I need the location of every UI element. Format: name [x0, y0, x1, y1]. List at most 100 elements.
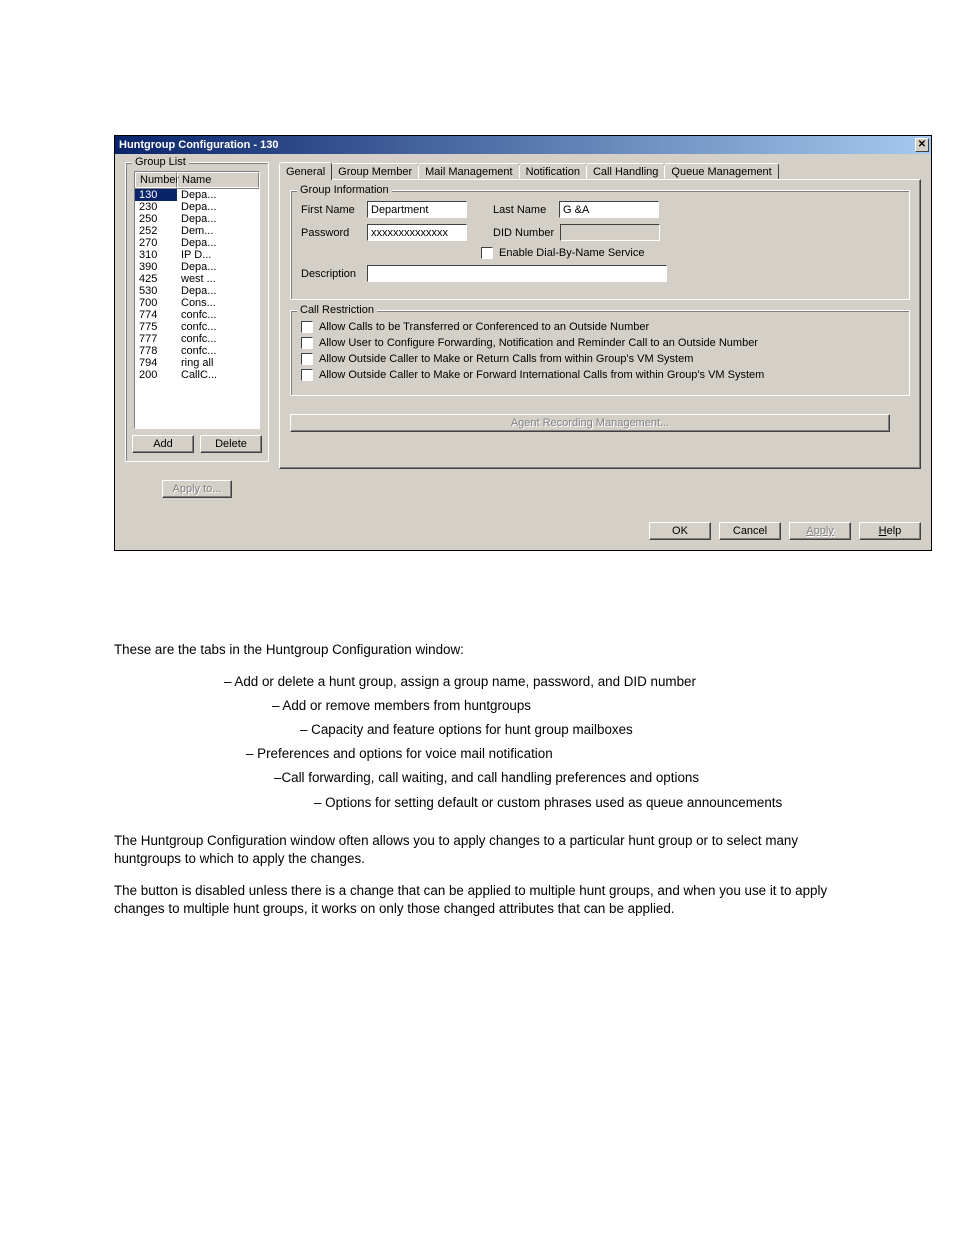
row-number: 700 — [135, 297, 177, 309]
table-row[interactable]: 530Depa... — [135, 285, 259, 297]
row-name: CallC... — [177, 369, 259, 381]
row-name: confc... — [177, 333, 259, 345]
doc-p3-a: The — [114, 883, 141, 898]
table-row[interactable]: 794ring all — [135, 357, 259, 369]
tab-queue-management[interactable]: Queue Management — [664, 163, 778, 180]
close-icon[interactable]: ✕ — [915, 138, 929, 152]
table-row[interactable]: 200CallC... — [135, 369, 259, 381]
last-name-field[interactable] — [559, 201, 659, 218]
table-row[interactable]: 775confc... — [135, 321, 259, 333]
description-field[interactable] — [367, 265, 667, 282]
help-button[interactable]: Help — [859, 522, 921, 540]
tab-mail-management[interactable]: Mail Management — [418, 163, 519, 180]
tab-notification[interactable]: Notification — [519, 163, 587, 180]
row-name: Depa... — [177, 285, 259, 297]
doc-intro: These are the tabs in the Huntgroup Conf… — [114, 641, 840, 659]
table-row[interactable]: 252Dem... — [135, 225, 259, 237]
row-name: confc... — [177, 321, 259, 333]
password-label: Password — [301, 227, 361, 239]
cr3-label: Allow Outside Caller to Make or Return C… — [319, 353, 693, 365]
row-number: 200 — [135, 369, 177, 381]
group-information-fieldset: Group Information First Name Last Name P… — [290, 190, 910, 300]
row-number: 250 — [135, 213, 177, 225]
tab-general[interactable]: General — [279, 162, 332, 180]
agent-recording-mgmt-button: Agent Recording Management... — [290, 414, 890, 432]
ok-button[interactable]: OK — [649, 522, 711, 540]
row-number: 425 — [135, 273, 177, 285]
titlebar[interactable]: Huntgroup Configuration - 130 ✕ — [115, 136, 931, 154]
general-tab-panel: Group Information First Name Last Name P… — [279, 179, 921, 469]
first-name-label: First Name — [301, 204, 361, 216]
cr3-checkbox[interactable] — [301, 353, 313, 365]
enable-dial-by-name-checkbox[interactable] — [481, 247, 493, 259]
row-name: Depa... — [177, 261, 259, 273]
table-row[interactable]: 130Depa... — [135, 189, 259, 201]
row-number: 794 — [135, 357, 177, 369]
password-field[interactable] — [367, 224, 467, 241]
apply-to-button: Apply to... — [162, 480, 233, 498]
row-name: confc... — [177, 309, 259, 321]
group-list-table[interactable]: Number Name 130Depa...230Depa...250Depa.… — [134, 171, 260, 429]
doc-li-notification: – Preferences and options for voice mail… — [114, 745, 840, 763]
row-name: Depa... — [177, 189, 259, 201]
row-number: 778 — [135, 345, 177, 357]
enable-dial-by-name-label: Enable Dial-By-Name Service — [499, 247, 645, 259]
row-name: Dem... — [177, 225, 259, 237]
row-number: 774 — [135, 309, 177, 321]
doc-p2: The Huntgroup Configuration window often… — [114, 832, 840, 868]
first-name-field[interactable] — [367, 201, 467, 218]
table-row[interactable]: 230Depa... — [135, 201, 259, 213]
group-list-fieldset: Group List Number Name 130Depa...230Depa… — [125, 162, 269, 462]
tabs: General Group Member Mail Management Not… — [279, 163, 921, 180]
table-row[interactable]: 777confc... — [135, 333, 259, 345]
doc-p3-b: button is disabled unless there is a cha… — [114, 883, 827, 916]
row-number: 130 — [135, 189, 177, 201]
col-header-name[interactable]: Name — [177, 172, 259, 188]
table-row[interactable]: 250Depa... — [135, 213, 259, 225]
did-field[interactable] — [560, 224, 660, 241]
row-name: west ... — [177, 273, 259, 285]
row-name: confc... — [177, 345, 259, 357]
table-row[interactable]: 270Depa... — [135, 237, 259, 249]
tab-group-member[interactable]: Group Member — [331, 163, 419, 180]
help-button-label: Help — [879, 525, 902, 537]
row-name: Depa... — [177, 213, 259, 225]
apply-button: Apply — [789, 522, 851, 540]
cr4-checkbox[interactable] — [301, 369, 313, 381]
row-number: 777 — [135, 333, 177, 345]
cancel-button[interactable]: Cancel — [719, 522, 781, 540]
add-button[interactable]: Add — [132, 435, 194, 453]
row-name: Cons... — [177, 297, 259, 309]
table-row[interactable]: 774confc... — [135, 309, 259, 321]
cr2-label: Allow User to Configure Forwarding, Noti… — [319, 337, 758, 349]
tab-call-handling[interactable]: Call Handling — [586, 163, 665, 180]
table-row[interactable]: 700Cons... — [135, 297, 259, 309]
row-name: Depa... — [177, 237, 259, 249]
delete-button[interactable]: Delete — [200, 435, 262, 453]
row-number: 390 — [135, 261, 177, 273]
table-row[interactable]: 310IP D... — [135, 249, 259, 261]
doc-li-group-member: – Add or remove members from huntgroups — [114, 697, 840, 715]
document-body: These are the tabs in the Huntgroup Conf… — [0, 551, 954, 918]
table-row[interactable]: 425west ... — [135, 273, 259, 285]
call-restriction-fieldset: Call Restriction Allow Calls to be Trans… — [290, 310, 910, 396]
doc-li-general: – Add or delete a hunt group, assign a g… — [114, 673, 840, 691]
call-restriction-legend: Call Restriction — [297, 304, 377, 316]
row-number: 775 — [135, 321, 177, 333]
cr1-label: Allow Calls to be Transferred or Confere… — [319, 321, 649, 333]
dialog-button-row: OK Cancel Apply Help — [115, 508, 931, 550]
cr2-checkbox[interactable] — [301, 337, 313, 349]
huntgroup-config-dialog: Huntgroup Configuration - 130 ✕ Group Li… — [114, 135, 932, 551]
row-name: Depa... — [177, 201, 259, 213]
titlebar-text: Huntgroup Configuration - 130 — [119, 139, 278, 151]
table-row[interactable]: 778confc... — [135, 345, 259, 357]
row-number: 270 — [135, 237, 177, 249]
description-label: Description — [301, 268, 361, 280]
doc-li-mail-management: – Capacity and feature options for hunt … — [114, 721, 840, 739]
table-row[interactable]: 390Depa... — [135, 261, 259, 273]
cr1-checkbox[interactable] — [301, 321, 313, 333]
doc-li-queue-management: – Options for setting default or custom … — [114, 794, 840, 812]
col-header-number[interactable]: Number — [135, 172, 177, 188]
group-info-legend: Group Information — [297, 184, 392, 196]
row-name: ring all — [177, 357, 259, 369]
